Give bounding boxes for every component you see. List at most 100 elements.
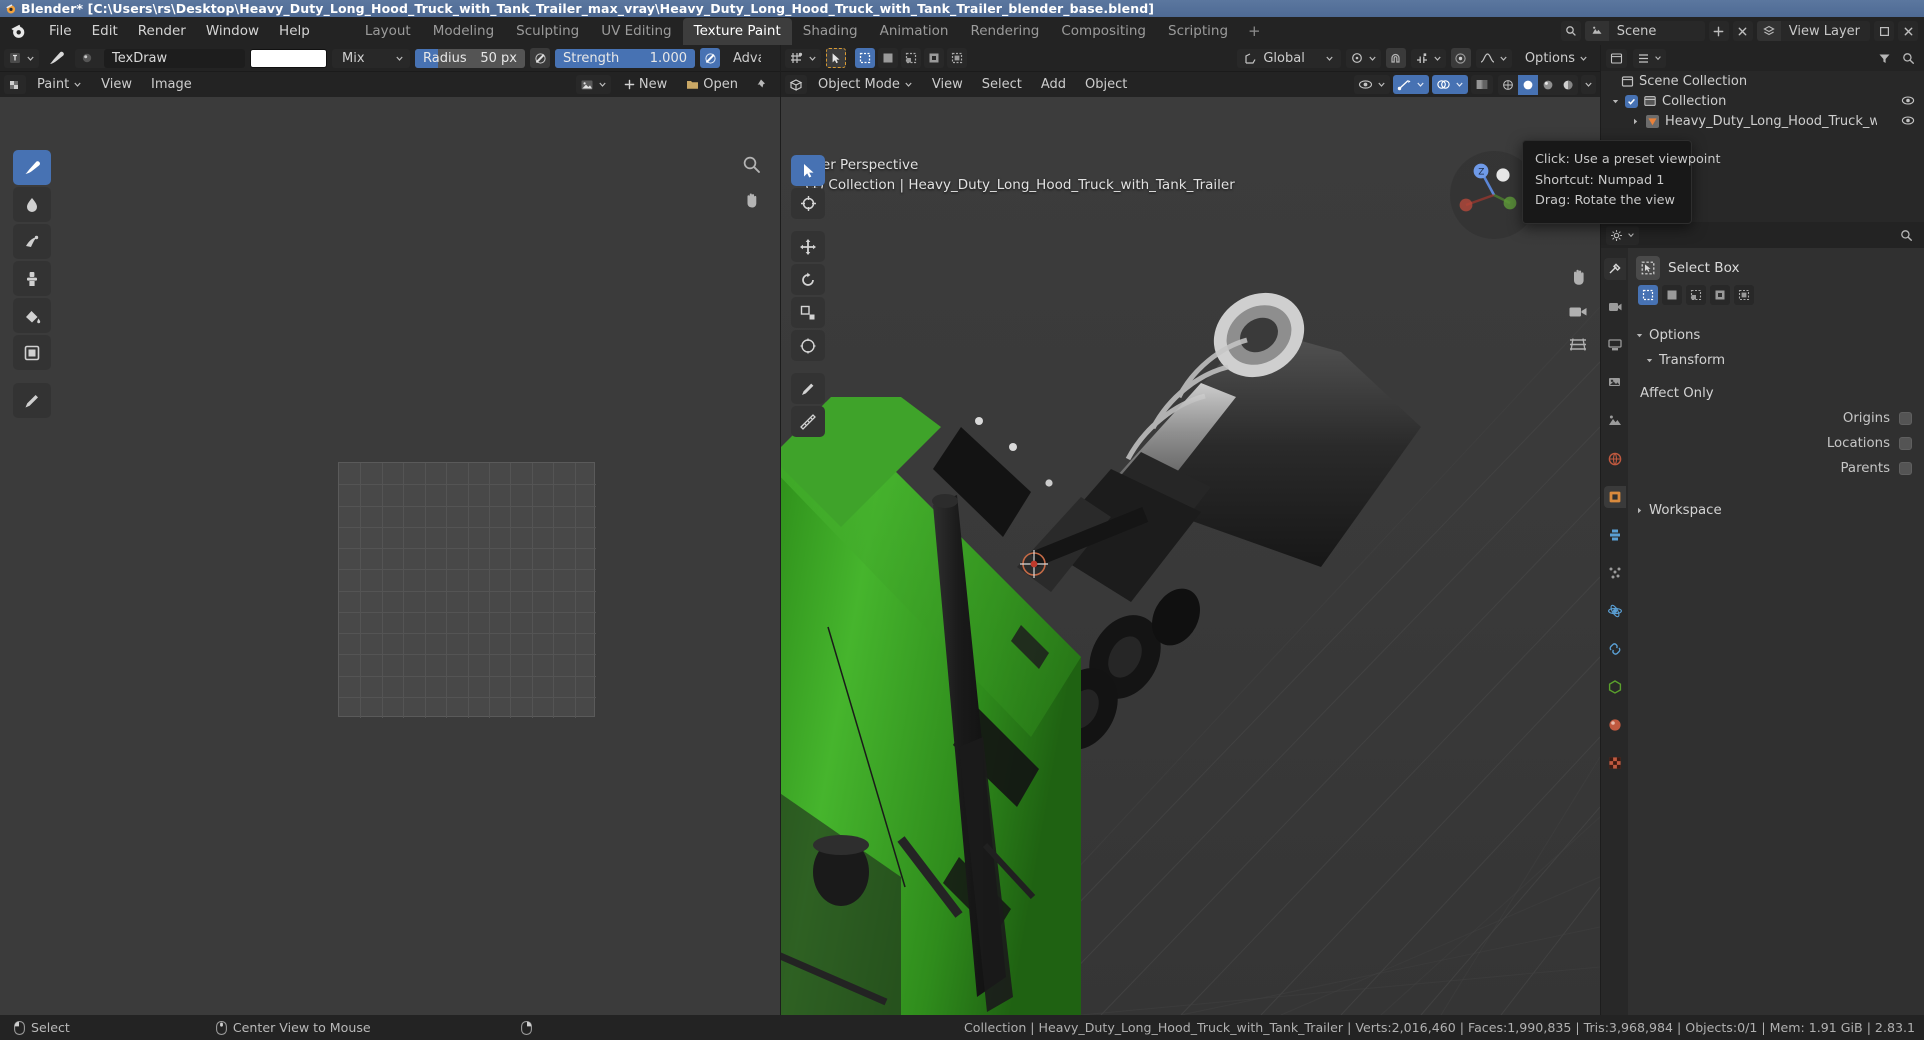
tool-clone[interactable] [13, 261, 51, 296]
tool-cursor[interactable] [791, 188, 825, 219]
new-scene-icon[interactable] [1708, 21, 1729, 41]
tab-object-properties[interactable] [1603, 486, 1626, 508]
falloff-curve-dropdown[interactable] [1475, 48, 1512, 68]
transform-orientation-dropdown[interactable]: Global [1237, 48, 1341, 68]
tab-world-properties[interactable] [1604, 448, 1626, 470]
props-select-extend-icon[interactable] [1686, 285, 1706, 305]
props-select-subtract-icon[interactable] [1710, 285, 1730, 305]
tool-move[interactable] [791, 231, 825, 262]
xray-toggle-icon[interactable] [1471, 75, 1493, 94]
new-view-layer-icon[interactable] [1874, 21, 1894, 41]
outliner-search-icon[interactable] [1902, 52, 1915, 65]
tool-soften[interactable] [13, 187, 51, 222]
shading-solid-icon[interactable] [1518, 74, 1538, 95]
affect-only-parents-row[interactable]: Parents [1628, 456, 1924, 481]
proportional-toggle-icon[interactable] [1450, 48, 1471, 68]
tab-output-properties[interactable] [1604, 334, 1626, 356]
viewport-snap-dropdown[interactable] [785, 48, 821, 68]
tab-shading[interactable]: Shading [792, 18, 869, 45]
properties-editor-type-icon[interactable] [1606, 225, 1639, 245]
select-set-mode-icon[interactable] [878, 48, 898, 68]
tool-fill[interactable] [13, 298, 51, 333]
tab-uv-editing[interactable]: UV Editing [590, 18, 682, 45]
tab-scene-properties[interactable] [1604, 410, 1626, 432]
tool-scale[interactable] [791, 297, 825, 328]
select-extend-mode-icon[interactable] [901, 48, 921, 68]
image-datablock-browse[interactable] [575, 75, 611, 94]
outliner-row-scene-collection[interactable]: Scene Collection [1601, 71, 1924, 91]
props-select-difference-icon[interactable] [1734, 285, 1754, 305]
tool-transform[interactable] [791, 330, 825, 361]
tab-modifier-properties[interactable] [1604, 524, 1626, 546]
tool-measure[interactable] [791, 406, 825, 437]
pivot-point-dropdown[interactable] [1345, 48, 1381, 68]
blend-mode-dropdown[interactable]: Mix [332, 48, 410, 68]
tab-modeling[interactable]: Modeling [422, 18, 505, 45]
tab-render-properties[interactable] [1604, 296, 1626, 318]
viewport-menu-add[interactable]: Add [1033, 75, 1074, 94]
viewport-canvas[interactable]: User Perspective (1) Collection | Heavy_… [781, 97, 1600, 1015]
scene-selector[interactable]: Scene [1584, 21, 1705, 41]
tab-scripting[interactable]: Scripting [1157, 18, 1239, 45]
remove-view-layer-icon[interactable] [1898, 21, 1918, 41]
tab-add-workspace[interactable]: + [1239, 19, 1270, 45]
select-difference-mode-icon[interactable] [947, 48, 967, 68]
menu-help[interactable]: Help [269, 20, 320, 42]
origins-checkbox[interactable] [1899, 412, 1912, 425]
tool-smear[interactable] [13, 224, 51, 259]
tab-material-properties[interactable] [1604, 714, 1626, 736]
strength-pressure-icon[interactable] [700, 48, 720, 68]
outliner-row-collection[interactable]: Collection [1601, 91, 1924, 111]
gizmo-toggle-dropdown[interactable] [1393, 75, 1429, 94]
transform-section-header[interactable]: Transform [1628, 348, 1924, 373]
outliner-row-object[interactable]: Heavy_Duty_Long_Hood_Truck_with_Tank_T [1601, 111, 1924, 131]
viewport-options-dropdown[interactable]: Options [1517, 49, 1596, 68]
visibility-dropdown[interactable] [1354, 75, 1390, 94]
collection-visibility-icon[interactable] [1901, 94, 1915, 107]
tab-rendering[interactable]: Rendering [959, 18, 1050, 45]
tab-physics-properties[interactable] [1604, 600, 1626, 622]
tab-texture-paint[interactable]: Texture Paint [682, 18, 792, 45]
menu-edit[interactable]: Edit [82, 20, 128, 42]
affect-only-locations-row[interactable]: Locations [1628, 431, 1924, 456]
object-visibility-icon[interactable] [1901, 114, 1915, 127]
pan-hand-icon[interactable] [742, 191, 761, 210]
tab-object-data-properties[interactable] [1604, 676, 1626, 698]
tab-particle-properties[interactable] [1604, 562, 1626, 584]
viewport-editor-type-icon[interactable] [785, 75, 807, 94]
image-menu-image[interactable]: Image [143, 75, 200, 94]
tool-annotate[interactable] [13, 383, 51, 418]
delete-scene-icon[interactable] [1732, 21, 1753, 41]
image-menu-view[interactable]: View [93, 75, 140, 94]
toggle-perspective-icon[interactable] [1568, 336, 1588, 353]
proportional-editing-dropdown[interactable] [1410, 48, 1446, 68]
pan-view-icon[interactable] [1568, 267, 1588, 287]
snap-magnet-icon[interactable] [1385, 48, 1406, 68]
collection-checkbox[interactable] [1625, 94, 1638, 108]
shading-material-icon[interactable] [1538, 74, 1558, 95]
blender-menu-icon[interactable] [5, 18, 31, 44]
overlays-toggle-dropdown[interactable] [1432, 75, 1468, 94]
shading-wireframe-icon[interactable] [1498, 74, 1518, 95]
tool-annotate-viewport[interactable] [791, 373, 825, 404]
shading-options-dropdown[interactable] [1581, 75, 1596, 94]
parents-checkbox[interactable] [1899, 462, 1912, 475]
view-layer-selector[interactable]: View Layer [1756, 21, 1870, 41]
workspace-section-header[interactable]: Workspace [1628, 498, 1924, 523]
select-box-mode-icon[interactable] [855, 48, 875, 68]
outliner-filter-icon[interactable] [1878, 52, 1891, 65]
open-image-button[interactable]: Open [678, 75, 746, 94]
locations-checkbox[interactable] [1899, 437, 1912, 450]
tab-constraint-properties[interactable] [1604, 638, 1626, 660]
radius-pressure-icon[interactable] [530, 48, 550, 68]
tab-animation[interactable]: Animation [869, 18, 960, 45]
brush-data-block[interactable]: TexDraw [75, 48, 245, 68]
affect-only-origins-row[interactable]: Origins [1628, 406, 1924, 431]
select-tool-active-icon[interactable] [826, 48, 846, 68]
tab-compositing[interactable]: Compositing [1050, 18, 1157, 45]
tool-select-box[interactable] [791, 155, 825, 186]
shading-rendered-icon[interactable] [1558, 74, 1578, 95]
menu-render[interactable]: Render [128, 20, 196, 42]
image-editor-canvas[interactable] [0, 97, 780, 1015]
tab-sculpting[interactable]: Sculpting [505, 18, 590, 45]
